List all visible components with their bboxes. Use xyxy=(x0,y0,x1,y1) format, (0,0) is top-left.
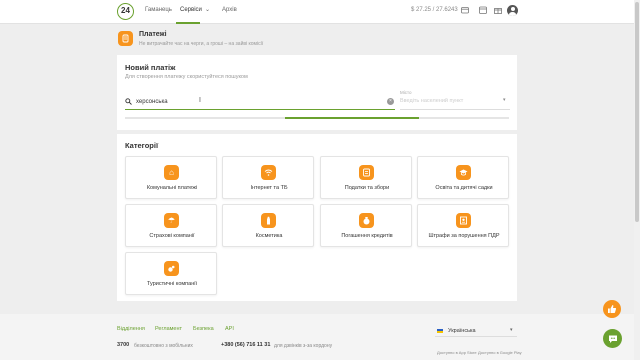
nav-wallet[interactable]: Гаманець xyxy=(145,7,172,13)
category-label: Туристичні компанії xyxy=(147,281,197,287)
footer-link-security[interactable]: Безпека xyxy=(193,326,214,332)
category-education[interactable]: Освіта та дитячі садки xyxy=(417,156,509,199)
category-label: Штрафи за порушення ПДР xyxy=(428,233,500,239)
city-label: Місто xyxy=(400,90,412,95)
categories-title: Категорії xyxy=(125,141,159,150)
category-loans[interactable]: Погашення кредитів xyxy=(320,204,412,247)
footer-link-regulations[interactable]: Регламент xyxy=(155,326,182,332)
house-icon: ⌂ xyxy=(164,165,179,180)
money-bag-icon xyxy=(359,213,374,228)
chevron-down-icon[interactable]: ▾ xyxy=(503,97,506,103)
exchange-rates: $ 27.25 / 27.6243 xyxy=(411,7,458,13)
feedback-like-button[interactable] xyxy=(603,300,621,318)
umbrella-icon: ☂ xyxy=(164,213,179,228)
short-phone-number[interactable]: 3700 xyxy=(117,342,129,348)
nav-services[interactable]: Сервіси xyxy=(180,7,202,13)
ukraine-flag-icon xyxy=(437,329,443,333)
graduation-cap-icon xyxy=(456,165,471,180)
new-payment-subtitle: Для створення платежу скористуйтеся пошу… xyxy=(125,74,248,80)
tax-icon xyxy=(359,165,374,180)
category-label: Освіта та дитячі садки xyxy=(435,185,493,191)
new-payment-card: Новий платіж Для створення платежу скори… xyxy=(117,55,517,130)
footer: Відділення Регламент Безпека API 3700 бе… xyxy=(0,314,640,360)
privat24-logo[interactable]: 24 xyxy=(117,3,134,20)
chevron-down-icon[interactable]: ⌄ xyxy=(205,6,210,13)
chevron-down-icon: ▾ xyxy=(510,327,513,333)
category-label: Інтернет та ТБ xyxy=(250,185,288,191)
calendar-icon[interactable] xyxy=(478,6,487,15)
top-navigation: 24 Гаманець Сервіси ⌄ Архів $ 27.25 / 27… xyxy=(0,0,640,24)
clear-search-icon[interactable]: × xyxy=(387,98,394,105)
search-underline xyxy=(125,109,395,110)
categories-card: Категорії ⌂ Комунальні платежі Інтернет … xyxy=(117,134,517,301)
category-label: Страхові компанії xyxy=(149,233,195,239)
nav-archive[interactable]: Архів xyxy=(222,7,237,13)
category-label: Комунальні платежі xyxy=(146,185,198,191)
search-field[interactable]: I × xyxy=(125,97,397,110)
category-cosmetics[interactable]: Косметика xyxy=(222,204,314,247)
search-icon xyxy=(125,98,132,107)
user-avatar-icon[interactable] xyxy=(507,5,518,16)
scrollbar-thumb[interactable] xyxy=(635,2,639,222)
category-traffic-fines[interactable]: Штрафи за порушення ПДР xyxy=(417,204,509,247)
wifi-icon xyxy=(261,165,276,180)
footer-link-api[interactable]: API xyxy=(225,326,234,332)
loading-progress-bar xyxy=(125,117,509,119)
short-phone-text: безкоштовно з мобільних xyxy=(134,343,193,349)
category-label: Косметика xyxy=(255,233,283,239)
footer-link-branches[interactable]: Відділення xyxy=(117,326,145,332)
category-insurance[interactable]: ☂ Страхові компанії xyxy=(125,204,217,247)
cosmetics-icon xyxy=(261,213,276,228)
city-select[interactable]: Введіть населений пункт xyxy=(400,98,510,104)
language-select[interactable]: Українська ▾ xyxy=(435,327,517,337)
wallet-icon[interactable] xyxy=(460,6,469,15)
fine-icon xyxy=(456,213,471,228)
category-travel[interactable]: Туристичні компанії xyxy=(125,252,217,295)
page-title: Платежі xyxy=(139,31,167,38)
category-internet-tv[interactable]: Інтернет та ТБ xyxy=(222,156,314,199)
city-underline xyxy=(400,109,510,110)
text-cursor-icon: I xyxy=(199,97,201,104)
google-play-badge[interactable]: Доступно в Google Play xyxy=(478,350,522,355)
category-utilities[interactable]: ⌂ Комунальні платежі xyxy=(125,156,217,199)
international-phone-text: для дзвінків з-за кордону xyxy=(274,343,333,349)
gift-icon[interactable] xyxy=(493,6,502,15)
language-label: Українська xyxy=(448,328,476,334)
search-input[interactable] xyxy=(136,97,386,107)
category-label: Податки та збори xyxy=(344,185,390,191)
travel-icon xyxy=(164,261,179,276)
loading-progress-fill xyxy=(285,117,420,119)
payments-icon xyxy=(118,31,133,46)
new-payment-title: Новий платіж xyxy=(125,63,176,72)
category-label: Погашення кредитів xyxy=(341,233,393,239)
page-subtitle: Не витрачайте час на черги, а гроші – на… xyxy=(139,41,264,47)
chat-button[interactable] xyxy=(603,329,622,348)
nav-active-indicator xyxy=(176,22,200,24)
app-store-badge[interactable]: Доступно в App Store xyxy=(437,350,477,355)
international-phone-number[interactable]: +380 (56) 716 11 31 xyxy=(221,342,270,348)
category-taxes[interactable]: Податки та збори xyxy=(320,156,412,199)
